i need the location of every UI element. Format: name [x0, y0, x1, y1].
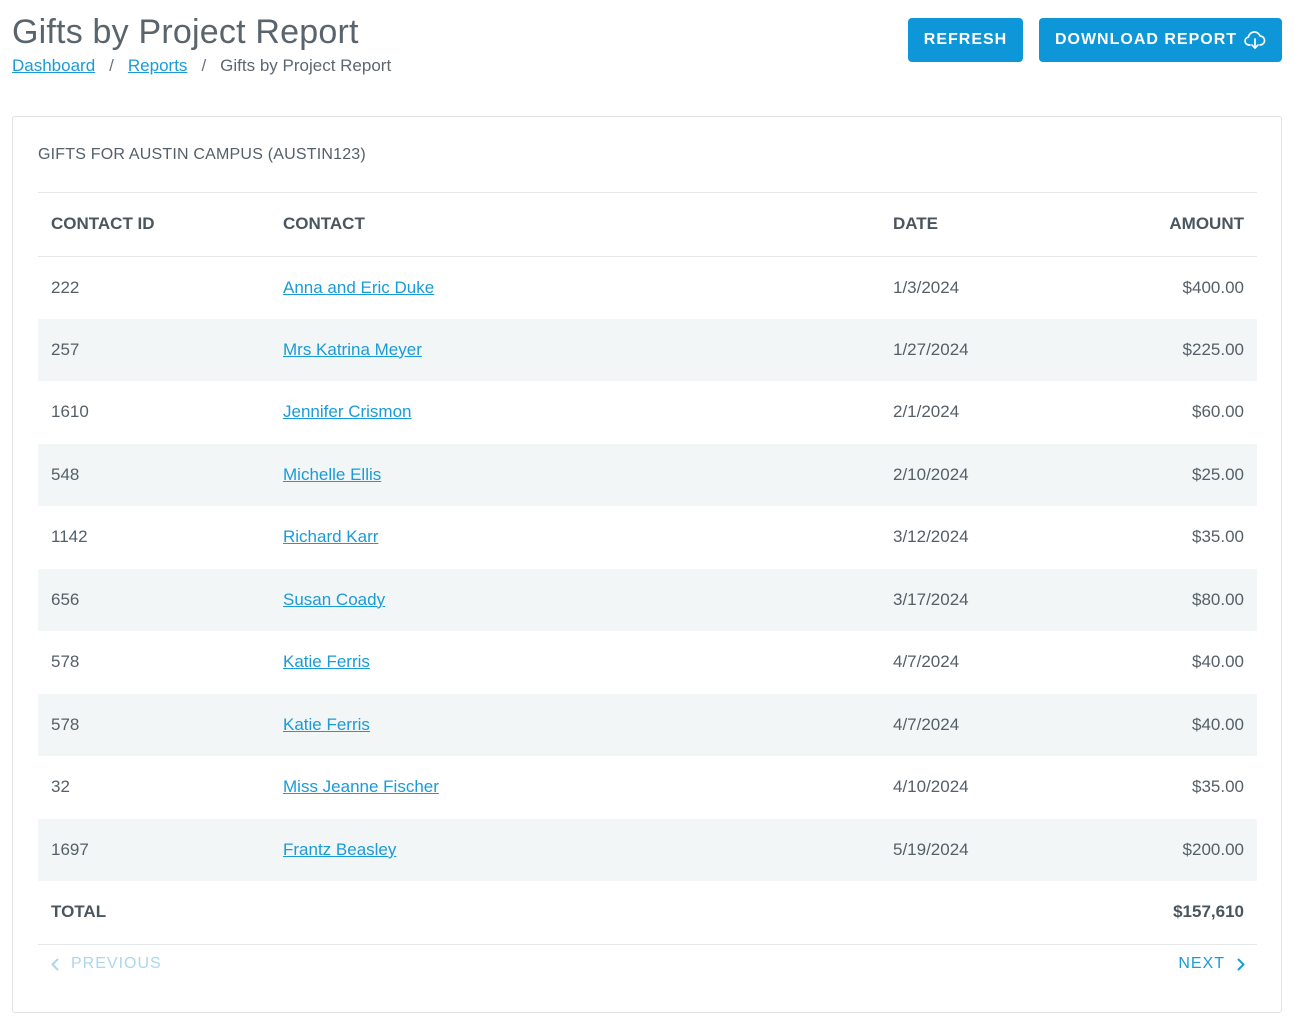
table-row: 222 Anna and Eric Duke 1/3/2024 $400.00 — [38, 256, 1257, 319]
download-report-button[interactable]: DOWNLOAD REPORT — [1039, 18, 1282, 62]
contact-cell: Susan Coady — [283, 568, 893, 631]
contact-cell: Katie Ferris — [283, 631, 893, 694]
contact-id-cell: 1697 — [38, 818, 283, 881]
amount-cell: $40.00 — [1093, 693, 1257, 756]
breadcrumb-separator: / — [109, 56, 114, 75]
table-header-row: CONTACT ID CONTACT DATE AMOUNT — [38, 193, 1257, 257]
contact-id-cell: 656 — [38, 568, 283, 631]
contact-link[interactable]: Frantz Beasley — [283, 840, 396, 859]
contact-link[interactable]: Susan Coady — [283, 590, 385, 609]
refresh-button[interactable]: REFRESH — [908, 18, 1023, 62]
date-cell: 4/10/2024 — [893, 777, 969, 797]
contact-link[interactable]: Mrs Katrina Meyer — [283, 340, 422, 359]
table-row: 1697 Frantz Beasley 5/19/2024 $200.00 — [38, 818, 1257, 881]
date-cell: 5/19/2024 — [893, 818, 1093, 881]
cloud-download-icon — [1244, 31, 1266, 49]
contact-link[interactable]: Jennifer Crismon — [283, 402, 412, 421]
date-cell: 4/7/2024 — [893, 693, 1093, 756]
date-cell: 1/27/2024 — [893, 318, 1093, 381]
next-label: NEXT — [1178, 955, 1225, 972]
gifts-table: CONTACT ID CONTACT DATE AMOUNT 222 Anna a… — [38, 193, 1257, 945]
amount-cell: $35.00 — [1192, 527, 1244, 547]
date-cell: 2/10/2024 — [893, 443, 1093, 506]
table-row: 578 Katie Ferris 4/7/2024 $40.00 — [38, 631, 1257, 694]
breadcrumb-current: Gifts by Project Report — [220, 56, 392, 75]
contact-cell: Frantz Beasley — [283, 818, 893, 881]
table-row: 548 Michelle Ellis 2/10/2024 $25.00 — [38, 443, 1257, 506]
report-card: GIFTS FOR AUSTIN CAMPUS (AUSTIN123) CONT… — [12, 116, 1282, 1013]
refresh-button-label: REFRESH — [923, 31, 1008, 48]
contact-cell: Miss Jeanne Fischer — [283, 756, 893, 819]
previous-page-button[interactable]: PREVIOUS — [51, 955, 162, 973]
contact-link[interactable]: Michelle Ellis — [283, 465, 381, 484]
contact-link[interactable]: Miss Jeanne Fischer — [283, 777, 439, 796]
column-header-contact: CONTACT — [283, 193, 893, 257]
breadcrumb-separator: / — [201, 56, 207, 75]
column-header-date: DATE — [893, 193, 1093, 257]
contact-id-cell: 32 — [51, 777, 70, 797]
table-row: 656 Susan Coady 3/17/2024 $80.00 — [38, 568, 1257, 631]
date-cell: 3/12/2024 — [893, 527, 969, 547]
contact-cell: Katie Ferris — [283, 693, 893, 756]
next-page-button[interactable]: NEXT — [1178, 955, 1245, 973]
table-row: 257 Mrs Katrina Meyer 1/27/2024 $225.00 — [38, 318, 1257, 381]
contact-link[interactable]: Richard Karr — [283, 527, 378, 546]
contact-id-cell: 1142 — [51, 527, 88, 547]
amount-cell: $225.00 — [1093, 318, 1257, 381]
amount-cell: $200.00 — [1093, 818, 1257, 881]
breadcrumb: Dashboard / Reports / Gifts by Project R… — [12, 55, 391, 77]
date-cell: 1/3/2024 — [893, 277, 960, 297]
date-cell: 2/1/2024 — [893, 402, 960, 422]
breadcrumb-link-reports[interactable]: Reports — [128, 55, 188, 77]
contact-link[interactable]: Katie Ferris — [283, 715, 370, 734]
date-cell: 3/17/2024 — [893, 568, 1093, 631]
breadcrumb-link-dashboard[interactable]: Dashboard — [12, 55, 95, 77]
table-row: 32 Miss Jeanne Fischer 4/10/2024 $35.00 — [38, 756, 1257, 819]
column-header-amount: AMOUNT — [1093, 193, 1257, 257]
contact-id-cell: 222 — [51, 277, 80, 297]
contact-cell: Jennifer Crismon — [283, 381, 893, 444]
amount-cell: $400.00 — [1182, 277, 1244, 297]
amount-cell: $80.00 — [1093, 568, 1257, 631]
total-value: $157,610 — [1093, 881, 1257, 945]
amount-cell: $40.00 — [1192, 652, 1244, 672]
contact-cell: Anna and Eric Duke — [283, 256, 893, 319]
contact-id-cell: 578 — [38, 693, 283, 756]
contact-id-cell: 578 — [51, 652, 80, 672]
contact-cell: Michelle Ellis — [283, 443, 893, 506]
total-label: TOTAL — [38, 881, 283, 945]
contact-id-cell: 257 — [38, 318, 283, 381]
download-report-button-label: DOWNLOAD REPORT — [1054, 31, 1238, 48]
table-row: 1142 Richard Karr 3/12/2024 $35.00 — [38, 506, 1257, 569]
chevron-right-icon — [1237, 958, 1245, 970]
page-title: Gifts by Project Report — [12, 13, 359, 51]
contact-link[interactable]: Anna and Eric Duke — [283, 278, 434, 297]
column-header-contact-id: CONTACT ID — [38, 193, 283, 257]
contact-id-cell: 1610 — [51, 402, 89, 422]
contact-cell: Richard Karr — [283, 506, 893, 569]
table-row: 578 Katie Ferris 4/7/2024 $40.00 — [38, 693, 1257, 756]
previous-label: PREVIOUS — [71, 955, 162, 972]
total-row: TOTAL $157,610 — [38, 881, 1257, 945]
date-cell: 4/7/2024 — [893, 652, 960, 672]
chevron-left-icon — [51, 958, 59, 970]
contact-link[interactable]: Katie Ferris — [283, 652, 370, 671]
amount-cell: $25.00 — [1093, 443, 1257, 506]
table-row: 1610 Jennifer Crismon 2/1/2024 $60.00 — [38, 381, 1257, 444]
report-title: GIFTS FOR AUSTIN CAMPUS (AUSTIN123) — [38, 146, 366, 163]
contact-id-cell: 548 — [38, 443, 283, 506]
amount-cell: $35.00 — [1192, 777, 1244, 797]
amount-cell: $60.00 — [1192, 402, 1244, 422]
contact-cell: Mrs Katrina Meyer — [283, 318, 893, 381]
